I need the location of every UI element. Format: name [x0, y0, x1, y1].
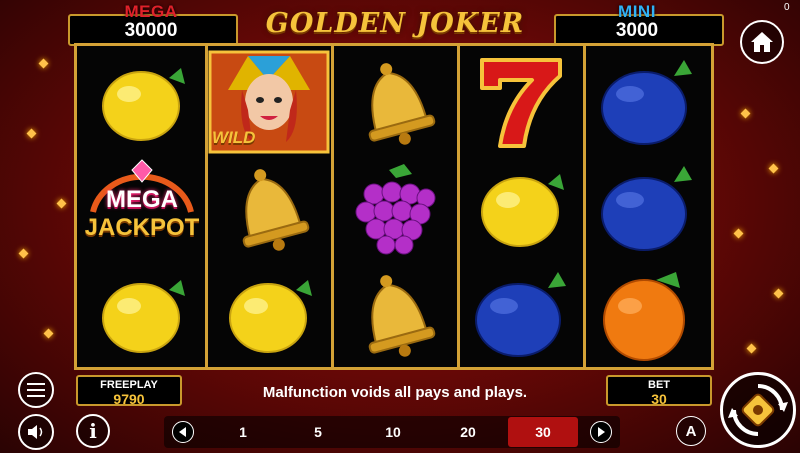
bet-option[interactable]: 10	[358, 417, 428, 447]
spin-button[interactable]	[720, 372, 796, 448]
mega-jackpot-value: 30000	[124, 20, 178, 41]
symbol-lemon	[81, 50, 203, 154]
home-button[interactable]	[740, 20, 784, 64]
info-icon: i	[89, 419, 97, 443]
autoplay-icon: A	[685, 422, 697, 440]
malfunction-message: Malfunction voids all pays and plays.	[262, 384, 528, 401]
symbol-bell	[334, 262, 456, 366]
reel-grid: MEGA JACKPOT WILD	[74, 43, 714, 370]
sparkle-decoration	[733, 228, 744, 239]
sparkle-decoration	[56, 198, 67, 209]
sparkle-decoration	[768, 163, 779, 174]
game-title: GOLDEN JOKER 243	[265, 8, 525, 79]
autoplay-button[interactable]: A	[676, 416, 706, 446]
symbol-orange	[586, 262, 708, 366]
home-icon	[751, 32, 773, 52]
corner-counter: 0	[784, 2, 790, 13]
symbol-lemon	[208, 262, 330, 366]
symbol-lemon	[460, 156, 582, 260]
symbol-plum	[460, 262, 582, 366]
mega-jackpot-label: MEGA	[124, 2, 178, 21]
symbol-plum	[586, 156, 708, 260]
hamburger-icon	[27, 383, 45, 397]
bet-option[interactable]: 20	[433, 417, 503, 447]
speaker-icon	[28, 425, 43, 439]
spin-icon	[728, 384, 788, 436]
sound-button[interactable]	[18, 414, 54, 450]
bet-option[interactable]: 5	[283, 417, 353, 447]
symbol-joker-wild: WILD	[208, 50, 330, 154]
sparkle-decoration	[26, 128, 37, 139]
sparkle-decoration	[43, 328, 54, 339]
symbol-plum	[586, 50, 708, 154]
bet-label: BET	[648, 379, 670, 391]
bet-option[interactable]: 1	[208, 417, 278, 447]
mini-jackpot-label: MINI	[618, 2, 656, 21]
symbol-bell	[208, 156, 330, 260]
mega-jackpot-line1: MEGA	[106, 186, 178, 213]
mini-jackpot-value: 3000	[615, 20, 659, 41]
symbol-mega-jackpot: MEGA JACKPOT	[81, 156, 203, 260]
sparkle-decoration	[38, 58, 49, 69]
bet-next-button[interactable]	[590, 421, 612, 443]
symbol-bell	[334, 50, 456, 154]
symbol-seven	[460, 50, 582, 154]
sparkle-decoration	[773, 288, 784, 299]
freeplay-panel: FREEPLAY 9790	[76, 375, 182, 407]
sparkle-decoration	[740, 108, 751, 119]
menu-button[interactable]	[18, 372, 54, 408]
sparkle-decoration	[746, 343, 757, 354]
symbol-lemon	[81, 262, 203, 366]
bet-option-selected[interactable]: 30	[508, 417, 578, 447]
mega-jackpot-line2: JACKPOT	[84, 214, 200, 241]
info-button[interactable]: i	[76, 414, 110, 448]
freeplay-label: FREEPLAY	[100, 379, 158, 391]
bet-value: 30	[651, 391, 667, 407]
sparkle-decoration	[18, 248, 29, 259]
symbol-grapes	[334, 156, 456, 260]
bet-panel: BET 30	[606, 375, 712, 407]
freeplay-value: 9790	[113, 391, 145, 407]
arrow-left-icon	[179, 427, 186, 437]
bet-prev-button[interactable]	[172, 421, 194, 443]
wild-label: WILD	[212, 128, 256, 147]
arrow-right-icon	[598, 427, 605, 437]
